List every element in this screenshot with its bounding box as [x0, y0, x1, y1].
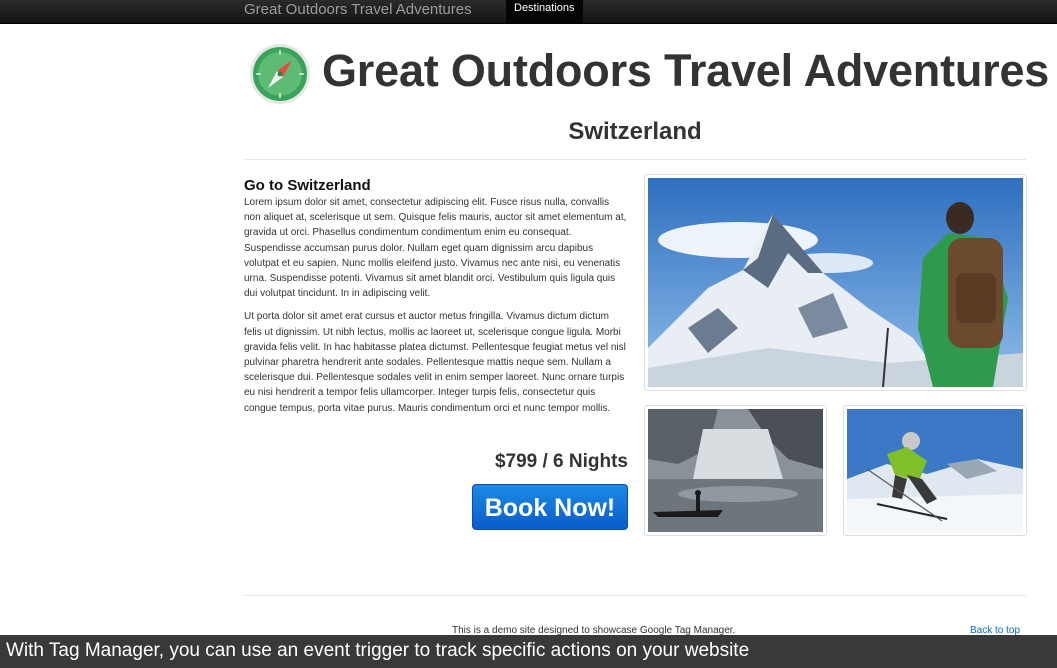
page-title-text: Switzerland — [568, 118, 702, 145]
article: Go to Switzerland Lorem ipsum dolor sit … — [244, 177, 628, 530]
divider-top — [244, 159, 1026, 160]
page-title: Switzerland — [244, 118, 1026, 146]
navbar-brand-link[interactable]: Great Outdoors Travel Adventures — [244, 1, 472, 19]
thumbnail-waterfall-boat — [644, 405, 827, 536]
book-now-button[interactable]: Book Now! — [472, 484, 628, 530]
caption-banner: With Tag Manager, you can use an event t… — [0, 635, 1057, 668]
price-label: $799 / 6 Nights — [494, 451, 628, 472]
site-title: Great Outdoors Travel Adventures — [322, 45, 1050, 96]
compass-icon — [249, 43, 311, 105]
main-image-hiker-mountain — [644, 174, 1027, 391]
tab-destinations[interactable]: Destinations — [506, 0, 583, 23]
article-paragraph-2: Ut porta dolor sit amet erat cursus et a… — [244, 311, 626, 414]
top-navbar: Great Outdoors Travel Adventures Destina… — [0, 0, 1057, 24]
thumbnail-skier — [843, 405, 1027, 536]
article-paragraph-1: Lorem ipsum dolor sit amet, consectetur … — [244, 197, 627, 300]
section-heading: Go to Switzerland — [244, 177, 371, 194]
divider-bottom — [244, 595, 1026, 596]
